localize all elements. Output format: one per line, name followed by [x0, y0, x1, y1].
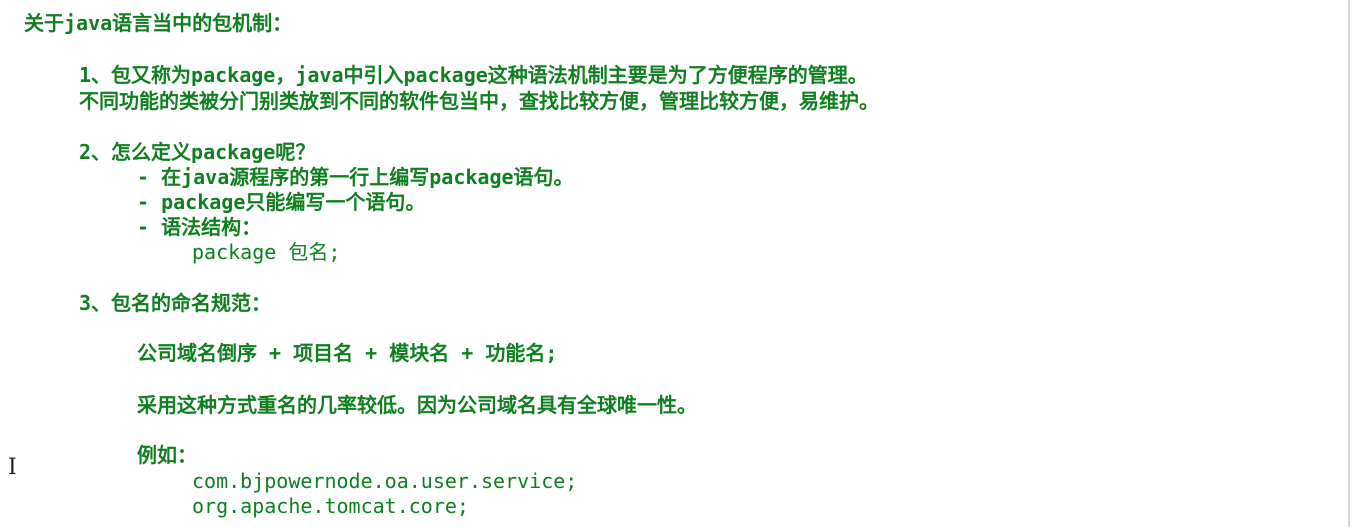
- naming-rule: 公司域名倒序 + 项目名 + 模块名 + 功能名;: [137, 341, 558, 365]
- text-cursor-icon: I: [8, 455, 17, 480]
- section-2-bullet-1: - 在java源程序的第一行上编写package语句。: [137, 165, 574, 189]
- example-package-1: com.bjpowernode.oa.user.service;: [192, 469, 578, 493]
- example-package-2: org.apache.tomcat.core;: [192, 494, 469, 518]
- section-2-bullet-2: - package只能编写一个语句。: [137, 190, 426, 214]
- document-page: 关于java语言当中的包机制： 1、包又称为package，java中引入pac…: [0, 0, 1350, 527]
- package-syntax: package 包名;: [192, 240, 341, 264]
- section-2-heading: 2、怎么定义package呢？: [79, 140, 316, 164]
- section-1-line-2: 不同功能的类被分门别类放到不同的软件包当中，查找比较方便，管理比较方便，易维护。: [79, 89, 879, 113]
- document-title: 关于java语言当中的包机制：: [24, 11, 293, 35]
- section-3-heading: 3、包名的命名规范：: [79, 291, 272, 315]
- naming-reason: 采用这种方式重名的几率较低。因为公司域名具有全球唯一性。: [137, 393, 697, 417]
- example-label: 例如：: [137, 443, 197, 467]
- section-2-bullet-3: - 语法结构：: [137, 215, 262, 239]
- section-1-line-1: 1、包又称为package，java中引入package这种语法机制主要是为了方…: [79, 63, 868, 87]
